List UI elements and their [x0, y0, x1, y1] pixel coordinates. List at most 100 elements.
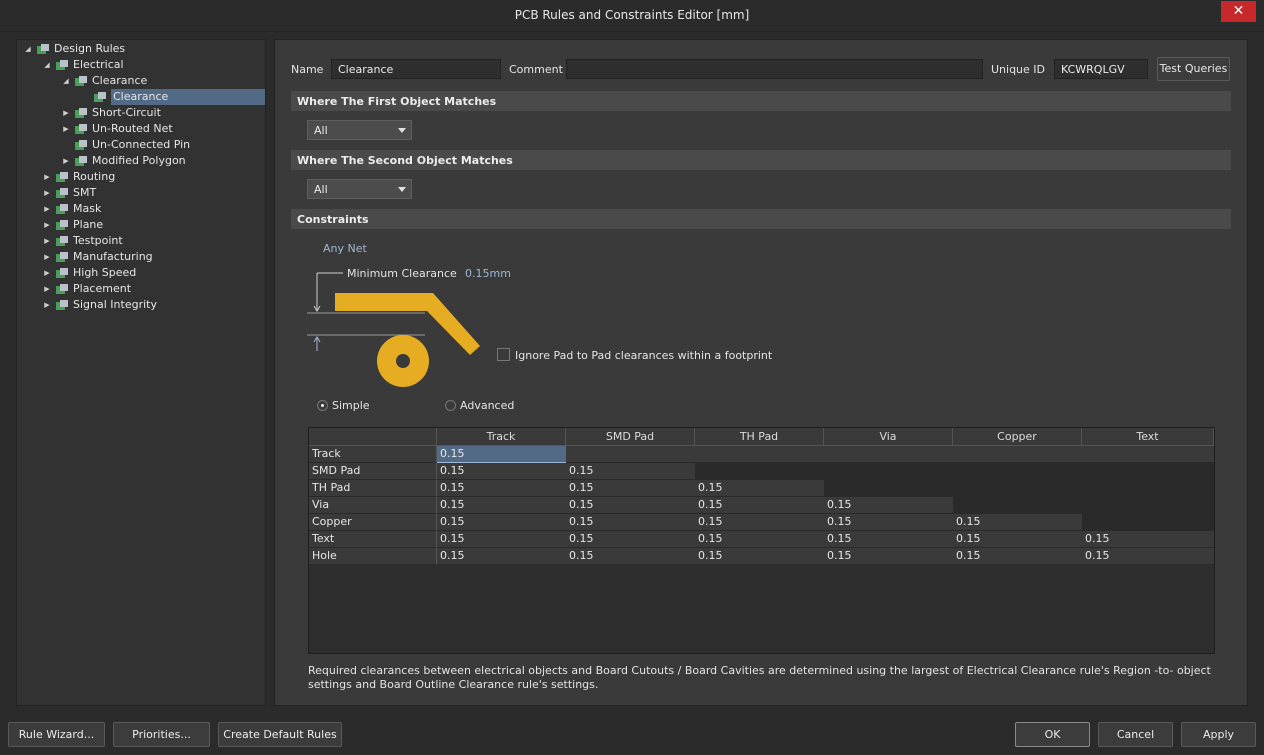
name-field[interactable]: Clearance	[331, 59, 501, 79]
matrix-cell	[953, 446, 1082, 463]
matrix-cell	[1082, 463, 1214, 480]
matrix-cell[interactable]: 0.15	[566, 497, 695, 514]
matrix-cell[interactable]: 0.15	[566, 514, 695, 531]
matrix-cell[interactable]: 0.15	[437, 497, 566, 514]
first-match-dropdown[interactable]: All	[307, 120, 412, 140]
close-button[interactable]: ✕	[1221, 1, 1256, 22]
matrix-cell[interactable]: 0.15	[566, 480, 695, 497]
name-label: Name	[291, 63, 324, 76]
matrix-column-header: Copper	[953, 428, 1082, 446]
ignore-pad-checkbox[interactable]	[497, 348, 510, 361]
tree-item-label: Clearance	[111, 89, 265, 105]
ok-button[interactable]: OK	[1015, 722, 1090, 747]
tree-item[interactable]: ▶ Routing	[17, 169, 265, 185]
comment-field[interactable]	[566, 59, 983, 79]
tree-item[interactable]: ▶ Placement	[17, 281, 265, 297]
matrix-cell[interactable]: 0.15	[437, 548, 566, 565]
apply-button[interactable]: Apply	[1181, 722, 1256, 747]
tree-item[interactable]: ▶ High Speed	[17, 265, 265, 281]
matrix-cell[interactable]: 0.15	[437, 446, 566, 463]
tree-item[interactable]: Clearance	[17, 89, 265, 105]
expand-arrow-icon[interactable]: ▶	[42, 169, 52, 185]
tree-item[interactable]: ◢ Design Rules	[17, 41, 265, 57]
matrix-cell[interactable]: 0.15	[437, 463, 566, 480]
expand-arrow-icon[interactable]: ▶	[42, 249, 52, 265]
matrix-cell[interactable]: 0.15	[824, 531, 953, 548]
placement-icon	[55, 283, 69, 295]
matrix-cell[interactable]: 0.15	[1082, 531, 1214, 548]
matrix-cell[interactable]: 0.15	[695, 497, 824, 514]
rule-icon	[55, 59, 69, 71]
expand-arrow-icon[interactable]: ▶	[42, 297, 52, 313]
advanced-radio[interactable]	[445, 400, 456, 411]
matrix-cell[interactable]: 0.15	[1082, 548, 1214, 565]
advanced-label: Advanced	[460, 399, 515, 412]
matrix-cell[interactable]: 0.15	[437, 514, 566, 531]
expand-arrow-icon[interactable]: ▶	[61, 121, 71, 137]
unique-id-field[interactable]: KCWRQLGV	[1054, 59, 1148, 79]
expand-arrow-icon[interactable]: ▶	[42, 281, 52, 297]
matrix-cell[interactable]: 0.15	[953, 531, 1082, 548]
matrix-row-header: Track	[309, 446, 437, 463]
simple-radio[interactable]	[317, 400, 328, 411]
expand-arrow-icon[interactable]: ▶	[61, 153, 71, 169]
chevron-down-icon	[398, 187, 406, 192]
tree-item[interactable]: ▶ Short-Circuit	[17, 105, 265, 121]
matrix-cell	[695, 446, 824, 463]
tree-item-label: Placement	[73, 282, 132, 295]
rules-tree[interactable]: ◢ Design Rules ◢ Electrical ◢ Clearance Cleara…	[16, 39, 266, 706]
matrix-cell[interactable]: 0.15	[566, 548, 695, 565]
priorities-button[interactable]: Priorities...	[113, 722, 210, 747]
expand-arrow-icon[interactable]: ▶	[42, 233, 52, 249]
rule-editor-panel: Name Clearance Comment Unique ID KCWRQLG…	[274, 39, 1248, 706]
unique-id-label: Unique ID	[991, 63, 1046, 76]
matrix-cell[interactable]: 0.15	[824, 548, 953, 565]
matrix-cell[interactable]: 0.15	[566, 531, 695, 548]
matrix-cell[interactable]: 0.15	[695, 548, 824, 565]
collapse-arrow-icon[interactable]: ◢	[42, 57, 52, 73]
tree-item-label: Manufacturing	[73, 250, 153, 263]
matrix-cell[interactable]: 0.15	[824, 514, 953, 531]
tree-item[interactable]: ◢ Clearance	[17, 73, 265, 89]
tree-item[interactable]: ◢ Electrical	[17, 57, 265, 73]
matrix-row-header: Copper	[309, 514, 437, 531]
chevron-down-icon	[398, 128, 406, 133]
matrix-cell[interactable]: 0.15	[695, 514, 824, 531]
clearance-matrix[interactable]: Track SMD Pad TH Pad Via Copper Text Track 0.15…	[308, 427, 1215, 654]
test-queries-button[interactable]: Test Queries	[1157, 57, 1230, 81]
tree-item[interactable]: ▶ Plane	[17, 217, 265, 233]
matrix-cell[interactable]: 0.15	[953, 514, 1082, 531]
collapse-arrow-icon[interactable]: ◢	[61, 73, 71, 89]
expand-arrow-icon[interactable]: ▶	[42, 185, 52, 201]
matrix-cell[interactable]: 0.15	[824, 497, 953, 514]
expand-arrow-icon[interactable]: ▶	[42, 201, 52, 217]
expand-arrow-icon[interactable]: ▶	[42, 265, 52, 281]
routing-icon	[55, 171, 69, 183]
expand-arrow-icon[interactable]: ▶	[42, 217, 52, 233]
matrix-cell[interactable]: 0.15	[953, 548, 1082, 565]
signal-integrity-icon	[55, 299, 69, 311]
collapse-arrow-icon[interactable]: ◢	[23, 41, 33, 57]
matrix-cell[interactable]: 0.15	[695, 531, 824, 548]
create-default-rules-button[interactable]: Create Default Rules	[218, 722, 342, 747]
matrix-cell	[1082, 497, 1214, 514]
matrix-cell	[953, 480, 1082, 497]
tree-item[interactable]: Un-Connected Pin	[17, 137, 265, 153]
tree-item-label: Testpoint	[73, 234, 123, 247]
second-match-dropdown[interactable]: All	[307, 179, 412, 199]
tree-item[interactable]: ▶ Manufacturing	[17, 249, 265, 265]
tree-item[interactable]: ▶ Un-Routed Net	[17, 121, 265, 137]
matrix-cell[interactable]: 0.15	[437, 531, 566, 548]
matrix-cell[interactable]: 0.15	[566, 463, 695, 480]
rule-wizard-button[interactable]: Rule Wizard...	[8, 722, 105, 747]
tree-item[interactable]: ▶ SMT	[17, 185, 265, 201]
tree-item[interactable]: ▶ Mask	[17, 201, 265, 217]
tree-item[interactable]: ▶ Testpoint	[17, 233, 265, 249]
tree-item[interactable]: ▶ Modified Polygon	[17, 153, 265, 169]
matrix-cell[interactable]: 0.15	[695, 480, 824, 497]
tree-item[interactable]: ▶ Signal Integrity	[17, 297, 265, 313]
cancel-button[interactable]: Cancel	[1098, 722, 1173, 747]
ignore-pad-label: Ignore Pad to Pad clearances within a fo…	[515, 349, 773, 362]
expand-arrow-icon[interactable]: ▶	[61, 105, 71, 121]
matrix-cell[interactable]: 0.15	[437, 480, 566, 497]
